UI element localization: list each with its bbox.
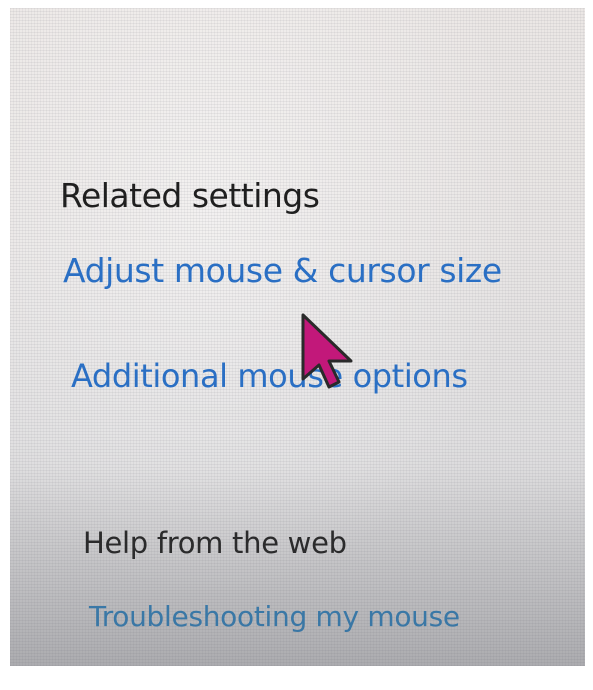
related-settings-heading: Related settings xyxy=(60,176,320,215)
arrow-pointer-icon xyxy=(301,313,353,389)
troubleshooting-mouse-link[interactable]: Troubleshooting my mouse xyxy=(89,600,460,633)
adjust-mouse-cursor-size-link[interactable]: Adjust mouse & cursor size xyxy=(63,251,502,290)
additional-mouse-options-link[interactable]: Additional mouse options xyxy=(71,357,468,395)
photo-frame: Related settings Adjust mouse & cursor s… xyxy=(0,0,593,690)
help-from-web-heading: Help from the web xyxy=(83,526,347,560)
settings-panel: Related settings Adjust mouse & cursor s… xyxy=(10,8,585,666)
